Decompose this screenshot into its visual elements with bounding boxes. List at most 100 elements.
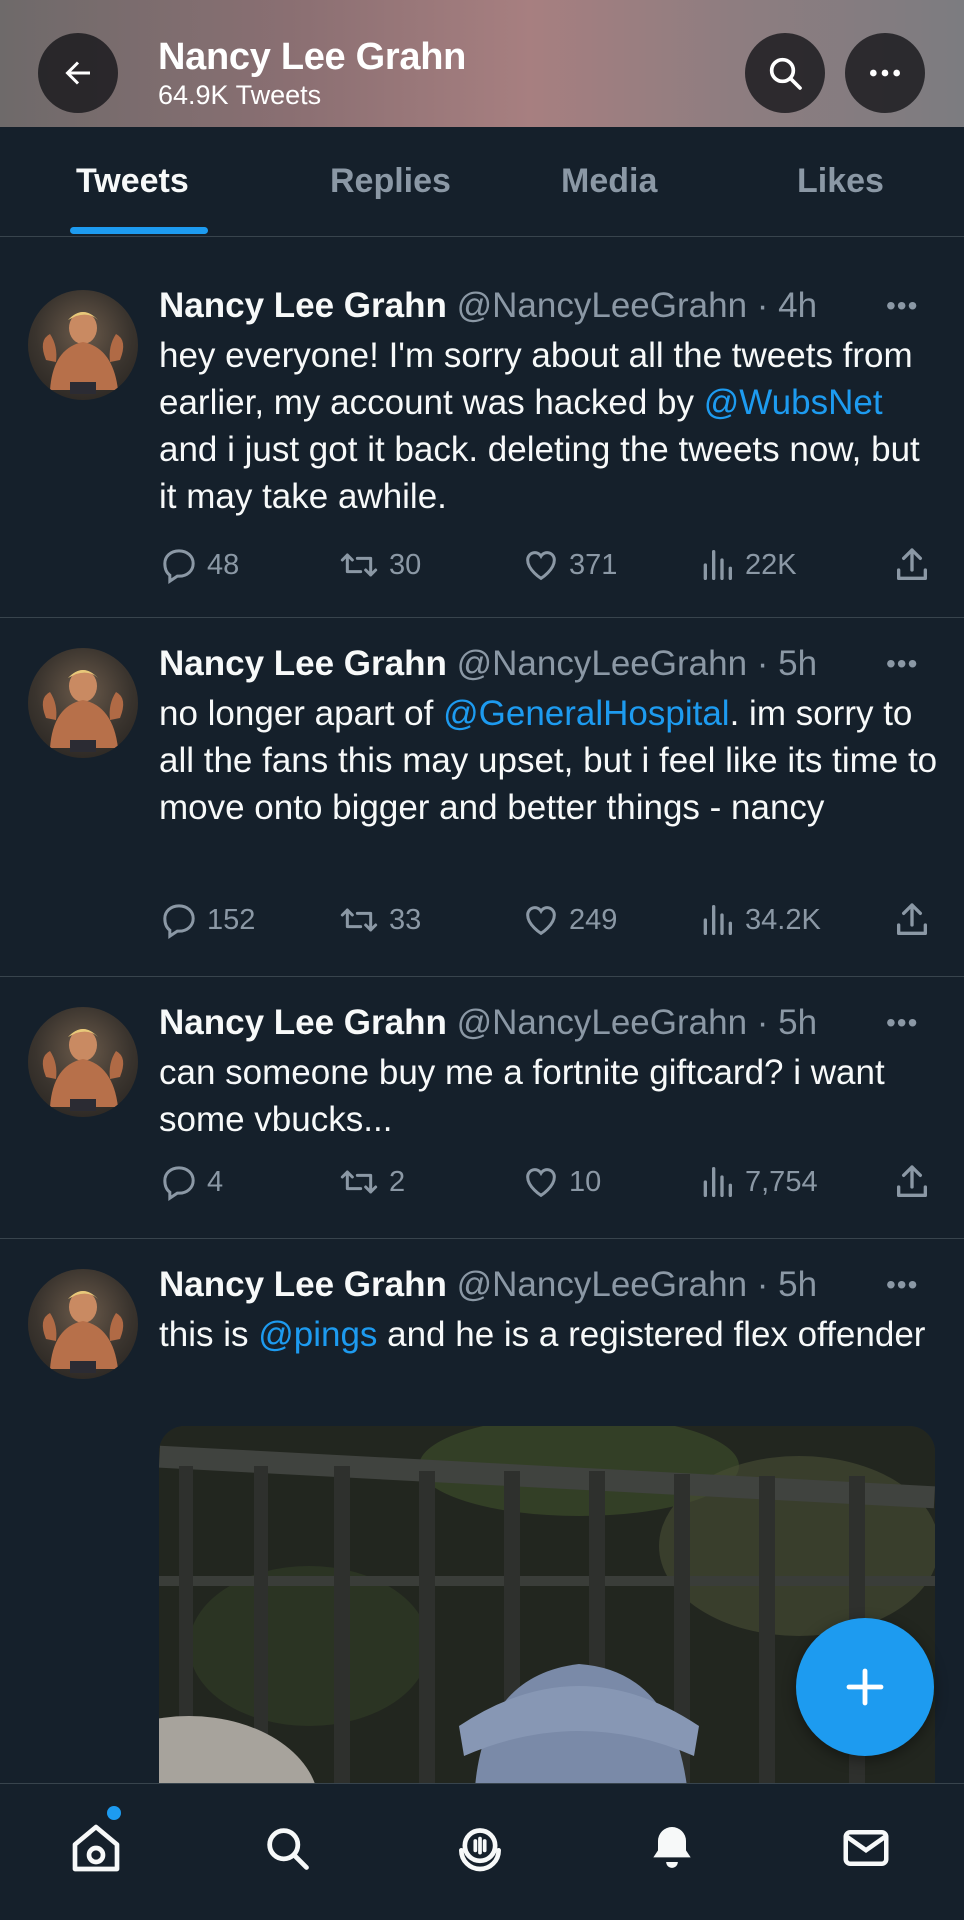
retweet-icon	[340, 908, 378, 932]
author-name[interactable]: Nancy Lee Grahn	[159, 286, 447, 325]
view-count: 22K	[745, 548, 797, 581]
bottom-navigation	[0, 1783, 964, 1920]
tab-replies[interactable]: Replies	[330, 162, 451, 201]
reply-icon	[163, 1166, 195, 1201]
reply-count: 152	[207, 903, 256, 936]
tweet-time: · 5h	[756, 1265, 818, 1304]
retweet-button[interactable]: 33	[337, 900, 421, 940]
author-name[interactable]: Nancy Lee Grahn	[159, 644, 447, 683]
like-button[interactable]: 10	[521, 1162, 601, 1202]
tweet-photo[interactable]	[159, 1426, 935, 1806]
retweet-count: 2	[389, 1165, 406, 1198]
plus-icon	[846, 1668, 884, 1706]
tweet-header: Nancy Lee Grahn @NancyLeeGrahn · 5h	[159, 1265, 817, 1305]
retweet-icon	[340, 1170, 378, 1194]
views-icon	[703, 550, 732, 580]
avatar[interactable]	[28, 648, 138, 758]
retweet-icon	[340, 553, 378, 577]
more-button[interactable]	[845, 33, 925, 113]
profile-tabs: Tweets Replies Media Likes	[0, 127, 964, 237]
share-button[interactable]	[892, 1162, 940, 1202]
retweet-button[interactable]: 2	[337, 1162, 405, 1202]
reply-button[interactable]: 152	[159, 900, 255, 940]
profile-header: Nancy Lee Grahn 64.9K Tweets	[0, 0, 964, 127]
tab-tweets[interactable]: Tweets	[76, 162, 189, 201]
tab-likes[interactable]: Likes	[797, 162, 884, 201]
tweet[interactable]: Nancy Lee Grahn @NancyLeeGrahn · 4h ••• …	[0, 240, 964, 618]
author-name[interactable]: Nancy Lee Grahn	[159, 1003, 447, 1042]
search-icon	[267, 1828, 309, 1870]
reply-icon	[163, 549, 195, 584]
home-icon	[72, 1824, 120, 1872]
tweet-actions: 152 33 249 34.2K	[159, 900, 939, 944]
tab-media[interactable]: Media	[561, 162, 657, 201]
like-button[interactable]: 371	[521, 545, 617, 585]
share-icon	[897, 548, 927, 580]
like-count: 10	[569, 1165, 602, 1198]
views-icon	[703, 1167, 732, 1197]
author-handle[interactable]: @NancyLeeGrahn	[457, 1265, 747, 1304]
share-button[interactable]	[892, 545, 940, 585]
retweet-button[interactable]: 30	[337, 545, 421, 585]
tweet-header: Nancy Lee Grahn @NancyLeeGrahn · 5h	[159, 1003, 817, 1043]
tweet[interactable]: Nancy Lee Grahn @NancyLeeGrahn · 5h ••• …	[0, 618, 964, 977]
notification-dot	[107, 1806, 121, 1820]
author-handle[interactable]: @NancyLeeGrahn	[457, 286, 747, 325]
search-button[interactable]	[745, 33, 825, 113]
avatar[interactable]	[28, 1269, 138, 1379]
tweet-count: 64.9K Tweets	[158, 80, 322, 110]
reply-button[interactable]: 48	[159, 545, 239, 585]
tweet-text: this is @pings and he is a registered fl…	[159, 1315, 926, 1354]
tweet-actions: 48 30 371 22K	[159, 545, 939, 589]
active-tab-indicator	[70, 227, 208, 234]
search-icon	[769, 57, 802, 90]
tweet-more-button[interactable]: •••	[886, 290, 918, 322]
heart-icon	[526, 1168, 556, 1198]
heart-icon	[526, 551, 556, 581]
heart-icon	[526, 906, 556, 936]
views-icon	[703, 905, 732, 935]
reply-button[interactable]: 4	[159, 1162, 223, 1202]
share-button[interactable]	[892, 900, 940, 940]
author-handle[interactable]: @NancyLeeGrahn	[457, 1003, 747, 1042]
mail-icon	[843, 1830, 889, 1866]
tweet-text: can someone buy me a fortnite giftcard? …	[159, 1053, 885, 1139]
author-name[interactable]: Nancy Lee Grahn	[159, 1265, 447, 1304]
views-button[interactable]: 22K	[697, 545, 797, 585]
views-button[interactable]: 34.2K	[697, 900, 821, 940]
nav-spaces[interactable]	[450, 1818, 510, 1878]
like-count: 371	[569, 548, 618, 581]
avatar[interactable]	[28, 1007, 138, 1117]
nav-notifications[interactable]	[642, 1818, 702, 1878]
view-count: 34.2K	[745, 903, 821, 936]
retweet-count: 33	[389, 903, 422, 936]
tweet-text: hey everyone! I'm sorry about all the tw…	[159, 336, 920, 516]
views-button[interactable]: 7,754	[697, 1162, 818, 1202]
mention-link[interactable]: @WubsNet	[704, 383, 883, 422]
tweet[interactable]: Nancy Lee Grahn @NancyLeeGrahn · 5h ••• …	[0, 977, 964, 1239]
nav-search[interactable]	[257, 1818, 317, 1878]
avatar[interactable]	[28, 290, 138, 400]
mention-link[interactable]: @pings	[258, 1315, 377, 1354]
bell-icon	[653, 1827, 691, 1868]
tweet-more-button[interactable]: •••	[886, 1269, 918, 1301]
compose-tweet-button[interactable]	[796, 1618, 934, 1756]
tweet-more-button[interactable]: •••	[886, 1007, 918, 1039]
view-count: 7,754	[745, 1165, 818, 1198]
nav-home[interactable]	[66, 1818, 126, 1878]
author-handle[interactable]: @NancyLeeGrahn	[457, 644, 747, 683]
share-icon	[897, 903, 927, 935]
back-button[interactable]	[38, 33, 118, 113]
tweet-header: Nancy Lee Grahn @NancyLeeGrahn · 4h	[159, 286, 817, 326]
tweet-time: · 5h	[756, 1003, 818, 1042]
tweet-text: no longer apart of @GeneralHospital. im …	[159, 694, 938, 827]
tweet-more-button[interactable]: •••	[886, 648, 918, 680]
mention-link[interactable]: @GeneralHospital	[443, 694, 730, 733]
tweet-time: · 4h	[756, 286, 818, 325]
tweet-actions: 4 2 10 7,754	[159, 1162, 939, 1206]
reply-count: 4	[207, 1165, 224, 1198]
nav-messages[interactable]	[836, 1818, 896, 1878]
tweet-header: Nancy Lee Grahn @NancyLeeGrahn · 5h	[159, 644, 817, 684]
like-button[interactable]: 249	[521, 900, 617, 940]
profile-name: Nancy Lee Grahn	[158, 36, 467, 78]
